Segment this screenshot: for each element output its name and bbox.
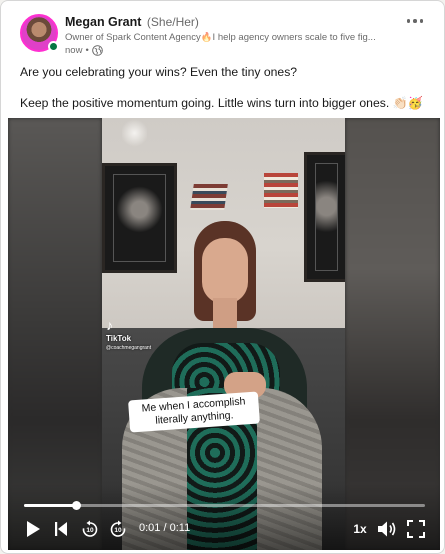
- rewind-10-icon: 10: [82, 520, 98, 537]
- post-meta: now •: [65, 45, 395, 56]
- play-button[interactable]: [22, 517, 44, 541]
- current-time: 0:01: [139, 522, 161, 534]
- three-dots-icon: [419, 19, 424, 23]
- playback-speed-button[interactable]: 1x: [349, 517, 371, 541]
- play-icon: [27, 521, 40, 537]
- post-timestamp: now: [65, 45, 83, 56]
- author-line: Megan Grant (She/Her): [65, 15, 395, 29]
- fullscreen-button[interactable]: [405, 517, 427, 541]
- video-player[interactable]: ♪ TikTok @coachmegangrant Me when I acco…: [8, 118, 440, 550]
- wall-art-right: [304, 152, 345, 282]
- skip-back-button[interactable]: [51, 517, 71, 541]
- online-status-indicator: [48, 41, 59, 52]
- globe-icon: [91, 45, 103, 56]
- feed-post-card: Megan Grant (She/Her) Owner of Spark Con…: [0, 0, 445, 554]
- author-tagline: Owner of Spark Content Agency🔥I help age…: [65, 32, 376, 43]
- post-header: Megan Grant (She/Her) Owner of Spark Con…: [1, 1, 444, 61]
- wall-art-left: [102, 163, 177, 273]
- more-options-button[interactable]: [404, 13, 426, 29]
- video-progress-bar[interactable]: [24, 501, 425, 510]
- meta-separator: •: [85, 45, 89, 56]
- three-dots-icon: [413, 19, 417, 23]
- tiktok-handle: @coachmegangrant: [106, 345, 152, 351]
- post-text: Are you celebrating your wins? Even the …: [20, 65, 430, 111]
- time-separator: /: [160, 522, 170, 534]
- book-stack: [264, 173, 298, 208]
- duration: 0:11: [169, 522, 191, 534]
- three-dots-icon: [406, 19, 411, 23]
- author-name[interactable]: Megan Grant: [65, 15, 141, 29]
- author-info: Megan Grant (She/Her) Owner of Spark Con…: [65, 15, 395, 56]
- video-time-display: 0:01 / 0:11: [139, 522, 190, 534]
- post-text-line: Keep the positive momentum going. Little…: [20, 95, 423, 110]
- volume-button[interactable]: [376, 517, 398, 541]
- post-text-line: Are you celebrating your wins? Even the …: [20, 65, 298, 79]
- tiktok-watermark: ♪ TikTok @coachmegangrant: [106, 318, 151, 351]
- person-face: [202, 238, 248, 304]
- forward-10-icon: 10: [110, 520, 126, 537]
- svg-text:10: 10: [114, 527, 122, 534]
- author-pronouns: (She/Her): [146, 15, 199, 29]
- forward-10-button[interactable]: 10: [107, 517, 129, 541]
- author-avatar[interactable]: [20, 14, 59, 52]
- fullscreen-icon: [407, 520, 425, 538]
- volume-icon: [378, 521, 396, 537]
- rewind-10-button[interactable]: 10: [79, 517, 101, 541]
- tiktok-wordmark: TikTok: [106, 334, 132, 343]
- progress-fill: [24, 504, 77, 507]
- skip-back-icon: [55, 522, 67, 536]
- tiktok-logo-icon: ♪: [106, 317, 113, 333]
- svg-text:10: 10: [86, 527, 94, 534]
- book-stack: [190, 184, 228, 210]
- wall-light: [122, 118, 147, 148]
